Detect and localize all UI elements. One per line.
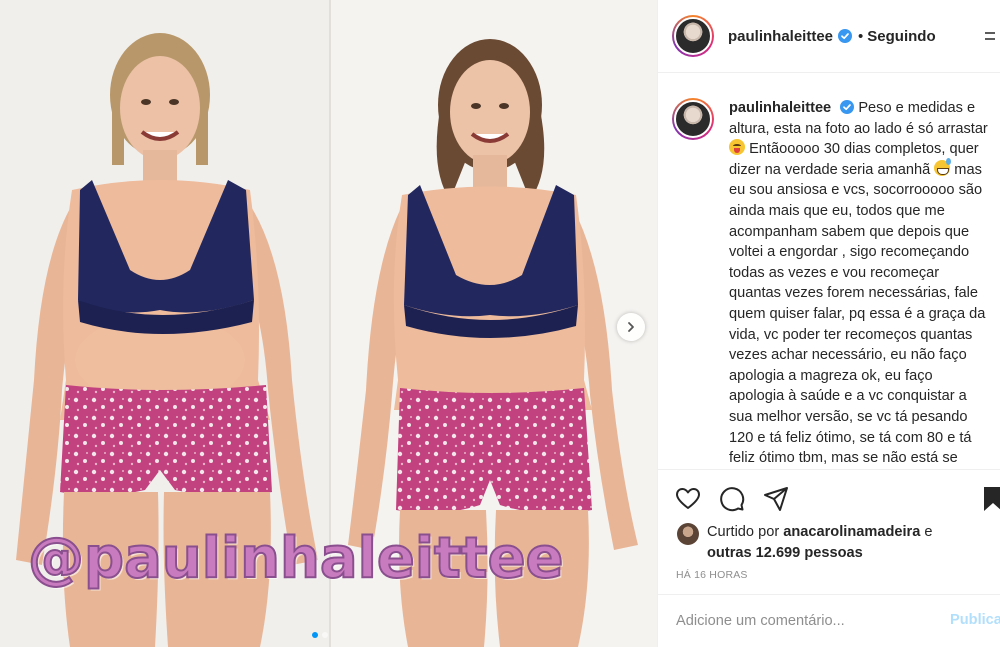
verified-badge-icon [838,29,853,43]
watermark-text: @paulinhaleittee [27,525,565,592]
post-timestamp[interactable]: HÁ 16 HORAS [676,569,748,581]
share-icon[interactable] [763,486,789,512]
chevron-right-icon [628,322,634,332]
likes-user[interactable]: anacarolinamadeira [783,524,920,540]
likes-summary: Curtido por anacarolinamadeira e outras … [707,522,987,564]
next-photo-button[interactable] [617,313,645,341]
header-separator: • [858,27,864,45]
carousel-dot [312,632,318,638]
caption-text: paulinhaleittee Peso e medidas e altura,… [729,98,991,469]
post-header: paulinhaleittee • Seguindo [658,0,1000,73]
comment-icon[interactable] [719,486,745,512]
likes-joiner: e [920,524,933,540]
comment-bar: Publica [658,594,1000,647]
author-username[interactable]: paulinhaleittee [728,28,833,45]
liker-avatar[interactable] [677,523,699,545]
post-side-panel: paulinhaleittee • Seguindo paulinhaleitt… [657,0,1000,647]
carousel-dot [322,632,328,638]
sweat-smile-emoji [934,157,952,176]
instagram-post-view: @paulinhaleittee paulinhaleittee • Segui… [0,0,1000,647]
caption-section: paulinhaleittee Peso e medidas e altura,… [658,74,1000,469]
following-button[interactable]: Seguindo [867,28,935,45]
carousel-dots [312,632,328,638]
publish-button[interactable]: Publica [950,612,1000,628]
caption-username[interactable]: paulinhaleittee [729,100,831,116]
caption-part-3: mas eu sou ansiosa e vcs, socorrooooo sã… [729,161,986,467]
comment-input[interactable] [676,613,936,629]
more-options-icon[interactable] [982,26,998,46]
caption-avatar[interactable] [672,98,714,140]
post-actions [658,469,1000,521]
post-photo[interactable]: @paulinhaleittee [0,0,657,647]
author-avatar[interactable] [672,15,714,57]
verified-badge-icon [840,100,855,114]
likes-prefix: Curtido por [707,524,784,540]
heart-icon[interactable] [675,486,701,512]
bookmark-icon[interactable] [983,486,1000,512]
likes-others[interactable]: outras 12.699 pessoas [707,545,863,561]
tongue-out-emoji [729,139,745,156]
